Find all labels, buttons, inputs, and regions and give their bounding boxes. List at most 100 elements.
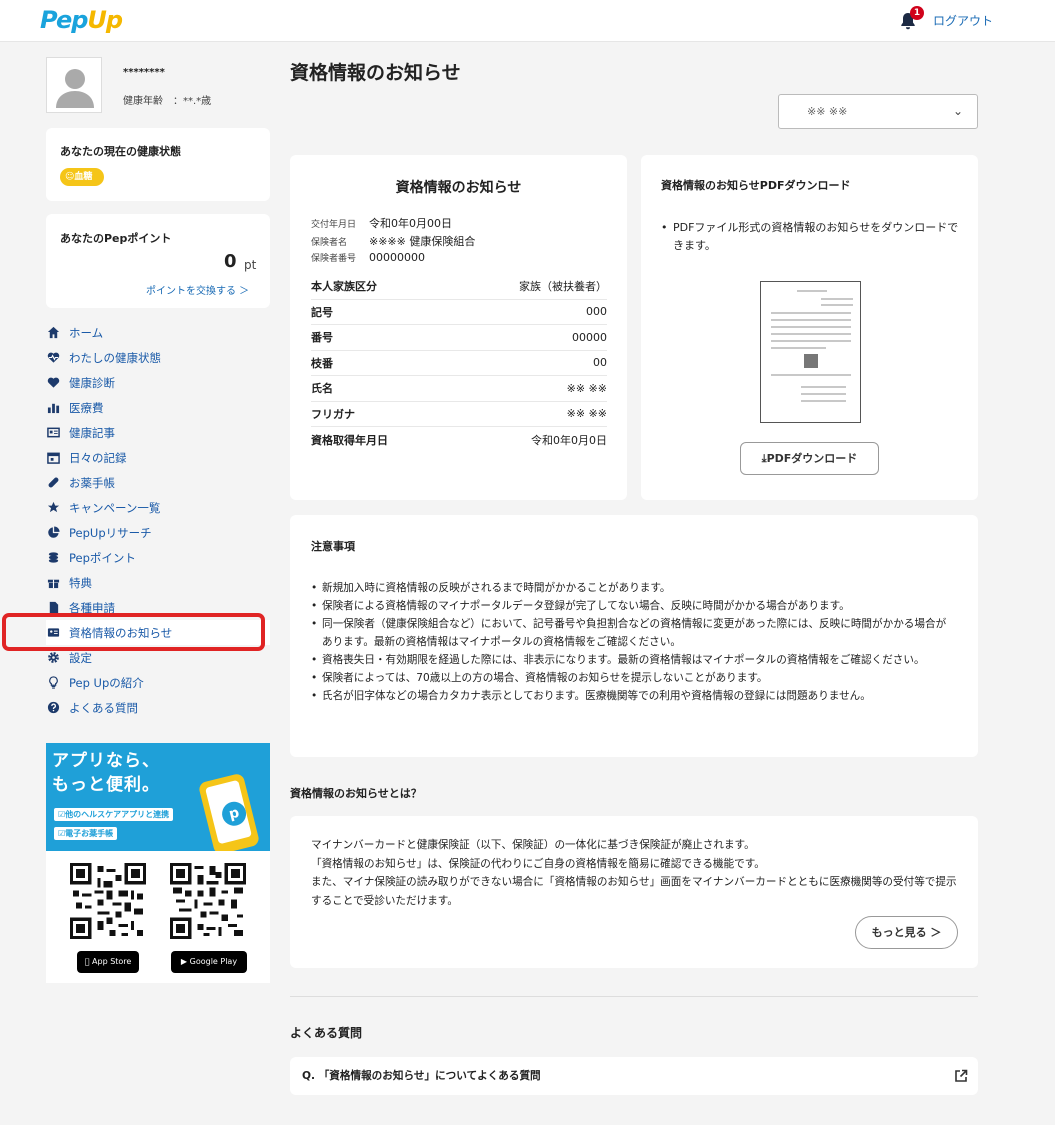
notes-list: 新規加入時に資格情報の反映がされるまで時間がかかることがあります。 保険者による… xyxy=(311,579,951,705)
gift-icon xyxy=(46,576,60,590)
sidebar-item-my-health[interactable]: わたしの健康状態 xyxy=(46,345,270,370)
list-item: 保険者による資格情報のマイナポータルデータ登録が完了してない場合、反映に時間がか… xyxy=(311,597,951,615)
pdf-description: PDFファイル形式の資格情報のお知らせをダウンロードできます。 xyxy=(661,219,961,255)
sidebar-item-research[interactable]: PepUpリサーチ xyxy=(46,520,270,545)
sidebar-item-home[interactable]: ホーム xyxy=(46,320,270,345)
profile-name: ******** xyxy=(123,67,165,78)
list-item: 同一保険者（健康保険組合など）において、記号番号や負担割合などの資格情報に変更が… xyxy=(311,615,951,651)
notification-badge: 1 xyxy=(910,6,924,20)
list-item: 新規加入時に資格情報の反映がされるまで時間がかかることがあります。 xyxy=(311,579,951,597)
logout-link[interactable]: ログアウト xyxy=(933,12,993,29)
sidebar-item-checkup[interactable]: 健康診断 xyxy=(46,370,270,395)
table-row: フリガナ ※※ ※※ xyxy=(311,402,607,427)
promo-tag-integration: ☑他のヘルスケアアプリと連携 xyxy=(54,808,174,821)
meta-issue-date: 交付年月日 令和0年0月00日 xyxy=(311,217,452,230)
sidebar-item-daily-records[interactable]: 日々の記録 xyxy=(46,445,270,470)
health-status-title: あなたの現在の健康状態 xyxy=(60,145,181,158)
page-title: 資格情報のお知らせ xyxy=(290,62,461,84)
qualification-card-title: 資格情報のお知らせ xyxy=(395,180,522,196)
qualification-card: 資格情報のお知らせ 交付年月日 令和0年0月00日 保険者名 ※※※※ 健康保険組合… xyxy=(290,155,627,500)
table-row: 番号 00000 xyxy=(311,325,607,351)
play-icon: ▶ xyxy=(180,957,188,966)
pdf-download-button-label: ⤓PDFダウンロード xyxy=(761,452,858,465)
sidebar-item-campaigns[interactable]: キャンペーン一覧 xyxy=(46,495,270,520)
promo-tag-e-medicine: ☑電子お薬手帳 xyxy=(54,827,118,840)
health-age-label: 健康年齢 xyxy=(123,96,163,107)
sidebar-item-label: お薬手帳 xyxy=(69,475,115,490)
sidebar-item-label: ホーム xyxy=(69,325,104,340)
table-row: 資格取得年月日 令和0年0月0日 xyxy=(311,433,607,447)
pdf-thumbnail[interactable] xyxy=(760,281,861,423)
sidebar-item-medical-cost[interactable]: 医療費 xyxy=(46,395,270,420)
sidebar-item-pep-points[interactable]: Pepポイント xyxy=(46,545,270,570)
heart-icon xyxy=(46,376,60,390)
sidebar-item-label: 健康記事 xyxy=(69,425,115,440)
points-unit: pt xyxy=(244,258,257,272)
faq-link-label: Q. 「資格情報のお知らせ」についてよくある質問 xyxy=(302,1070,541,1082)
sidebar-item-benefits[interactable]: 特典 xyxy=(46,570,270,595)
sidebar-item-label: 日々の記録 xyxy=(69,450,127,465)
app-store-button[interactable]:  App Store xyxy=(77,951,139,973)
star-icon xyxy=(46,501,60,515)
pdf-card-title: 資格情報のお知らせPDFダウンロード xyxy=(661,179,851,192)
list-item: 資格喪失日・有効期限を経過した際には、非表示になります。最新の資格情報はマイナポ… xyxy=(311,651,951,669)
qr-code-app-store xyxy=(70,863,146,939)
gear-icon xyxy=(46,651,60,665)
promo-header: アプリなら、 もっと便利。 ☑他のヘルスケアアプリと連携 ☑電子お薬手帳 p xyxy=(46,743,270,851)
user-placeholder-icon xyxy=(56,69,94,108)
smile-icon: ☺ xyxy=(65,172,75,182)
sidebar-item-label: 健康診断 xyxy=(69,375,115,390)
qualification-table: 本人家族区分 家族（被扶養者） 記号 000 番号 00000 枝番 00 氏名 ※※ ※… xyxy=(311,274,607,453)
external-link-icon xyxy=(955,1069,968,1082)
list-item: 氏名が旧字体などの場合カタカナ表示としております。医療機関等での利用や資格情報の… xyxy=(311,687,951,705)
sidebar-item-label: Pep Upの紹介 xyxy=(69,675,144,690)
newspaper-icon xyxy=(46,426,60,440)
health-status-card: あなたの現在の健康状態 ☺血糖 xyxy=(46,128,270,201)
about-text: マイナンバーカードと健康保険証（以下、保険証）の一体化に基づき保険証が廃止されま… xyxy=(311,839,957,907)
sidebar-item-label: 特典 xyxy=(69,575,92,590)
app-promo-banner: アプリなら、もっと便利。 ☑他のヘルスケアアプリと連携 ☑電子お薬手帳 p  … xyxy=(46,743,270,983)
table-row: 枝番 00 xyxy=(311,351,607,376)
chevron-down-icon: ⌄ xyxy=(952,104,963,118)
sidebar-item-label: 医療費 xyxy=(69,400,104,415)
list-item: 保険者によっては、70歳以上の方の場合、資格情報のお知らせを提示しないことがあり… xyxy=(311,669,951,687)
sidebar-item-label: Pepポイント xyxy=(69,550,136,565)
google-play-button[interactable]: ▶ Google Play xyxy=(171,951,247,973)
meta-insurer-name: 保険者名 ※※※※ 健康保険組合 xyxy=(311,235,476,248)
pie-chart-icon xyxy=(46,526,60,540)
qr-code-google-play xyxy=(170,863,246,939)
health-age-value: ：**.*歳 xyxy=(173,96,212,107)
status-badge-label: 血糖 xyxy=(74,172,93,182)
faq-link[interactable]: Q. 「資格情報のお知らせ」についてよくある質問 xyxy=(290,1057,978,1095)
pepup-logo[interactable]: PepUp xyxy=(40,6,123,34)
sidebar-item-medicine-notebook[interactable]: お薬手帳 xyxy=(46,470,270,495)
divider xyxy=(290,996,978,997)
notes-title: 注意事項 xyxy=(311,540,355,553)
bar-chart-icon xyxy=(46,401,60,415)
coins-icon xyxy=(46,551,60,565)
sidebar-item-articles[interactable]: 健康記事 xyxy=(46,420,270,445)
sidebar-item-about-pepup[interactable]: Pep Upの紹介 xyxy=(46,670,270,695)
sidebar-item-faq[interactable]: よくある質問 xyxy=(46,695,270,720)
health-age: 健康年齢 ：**.*歳 xyxy=(123,92,211,107)
points-title: あなたのPepポイント xyxy=(60,232,172,245)
sidebar-nav: ホーム わたしの健康状態 健康診断 医療費 健康記事 日々の記録 お薬手帳 キャ… xyxy=(46,320,270,720)
meta-insurer-number: 保険者番号 00000000 xyxy=(311,251,425,264)
avatar xyxy=(46,57,102,113)
notes-card: 注意事項 新規加入時に資格情報の反映がされるまで時間がかかることがあります。 保… xyxy=(290,515,978,757)
promo-headline: アプリなら、 もっと便利。 xyxy=(52,751,160,795)
calendar-icon xyxy=(46,451,60,465)
points-value: 0 xyxy=(224,251,237,272)
table-row: 記号 000 xyxy=(311,300,607,325)
exchange-points-link[interactable]: ポイントを交換する ＞ xyxy=(146,282,249,297)
member-select[interactable]: ※※ ※※ ⌄ xyxy=(778,94,978,129)
sidebar-item-label: わたしの健康状態 xyxy=(69,350,161,365)
question-icon xyxy=(46,701,60,715)
home-icon xyxy=(46,326,60,340)
more-button[interactable]: もっと見る ＞ xyxy=(855,916,958,949)
about-heading: 資格情報のお知らせとは？ xyxy=(290,787,422,800)
apple-icon:  xyxy=(85,957,90,966)
top-header: PepUp 1 ログアウト xyxy=(0,0,1055,42)
sidebar-item-label: PepUpリサーチ xyxy=(69,525,152,540)
pdf-download-button[interactable]: ⤓PDFダウンロード xyxy=(740,442,879,475)
